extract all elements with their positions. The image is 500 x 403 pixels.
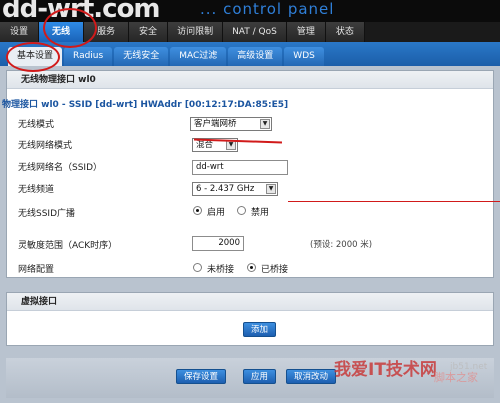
ssid-label: 无线网络名（SSID） — [18, 163, 103, 173]
annotation-line — [288, 201, 500, 202]
sensitivity-hint: (预设: 2000 米) — [310, 240, 373, 250]
apply-button[interactable]: 应用 — [243, 369, 277, 384]
save-settings-button[interactable]: 保存设置 — [176, 369, 227, 384]
subtab-mac-filter[interactable]: MAC过滤 — [170, 47, 227, 66]
network-mode-value: 混合 — [196, 140, 214, 150]
tab-administration[interactable]: 管理 — [286, 22, 326, 42]
wireless-mode-select[interactable]: 客户端网桥 ▼ — [190, 117, 272, 131]
annotation-circle-wireless-tab — [43, 8, 97, 48]
watermark-text: 我爱IT技术网 — [334, 360, 437, 380]
ssid-broadcast-enable-radio[interactable] — [193, 206, 202, 215]
subtab-advanced-settings[interactable]: 高级设置 — [228, 47, 283, 66]
network-config-label: 网络配置 — [18, 265, 55, 275]
unbridged-radio[interactable] — [193, 263, 202, 272]
channel-label: 无线频道 — [18, 185, 55, 195]
ssid-broadcast-disable-radio[interactable] — [237, 206, 246, 215]
wireless-mode-value: 客户端网桥 — [194, 119, 237, 129]
ssid-broadcast-label: 无线SSID广播 — [18, 209, 76, 219]
ssid-input[interactable]: dd-wrt — [192, 160, 288, 175]
sensitivity-label: 灵敏度范围（ACK时序） — [18, 241, 118, 251]
virtual-interface-panel: 虚拟接口 — [6, 292, 494, 346]
chevron-down-icon: ▼ — [260, 119, 270, 129]
subtab-radius[interactable]: Radius — [64, 47, 113, 66]
bridged-label: 已桥接 — [261, 265, 289, 275]
watermark-subtext: 脚本之家 — [434, 371, 478, 384]
wireless-mode-label: 无线模式 — [18, 120, 55, 130]
annotation-circle-basic-settings — [6, 42, 60, 72]
cancel-changes-button[interactable]: 取消改动 — [286, 369, 337, 384]
tab-security[interactable]: 安全 — [129, 22, 169, 42]
logo-subtitle: ... control panel — [200, 0, 335, 18]
ssid-broadcast-enable-label: 启用 — [207, 208, 226, 218]
sensitivity-input[interactable]: 2000 — [192, 236, 244, 251]
tab-access-restrictions[interactable]: 访问限制 — [168, 22, 224, 42]
tab-status[interactable]: 状态 — [325, 22, 365, 42]
channel-value: 6 - 2.437 GHz — [196, 184, 255, 194]
section-title: 无线物理接口 wl0 — [7, 71, 493, 89]
tab-nat-qos[interactable]: NAT / QoS — [223, 22, 287, 42]
unbridged-label: 未桥接 — [207, 265, 235, 275]
chevron-down-icon: ▼ — [266, 184, 276, 194]
subtab-wireless-security[interactable]: 无线安全 — [114, 47, 169, 66]
tab-spacer — [364, 22, 500, 42]
channel-select[interactable]: 6 - 2.437 GHz ▼ — [192, 182, 278, 196]
add-interface-button[interactable]: 添加 — [243, 322, 277, 337]
interface-info: 物理接口 wl0 - SSID [dd-wrt] HWAddr [00:12:1… — [2, 100, 289, 110]
bridged-radio[interactable] — [247, 263, 256, 272]
network-mode-label: 无线网络模式 — [18, 141, 73, 151]
ssid-broadcast-disable-label: 禁用 — [251, 208, 270, 218]
subtab-wds[interactable]: WDS — [284, 47, 324, 66]
tab-setup[interactable]: 设置 — [0, 22, 40, 42]
virtual-interface-title: 虚拟接口 — [7, 293, 493, 311]
content-area: 无线物理接口 wl0 物理接口 wl0 - SSID [dd-wrt] HWAd… — [0, 66, 500, 403]
